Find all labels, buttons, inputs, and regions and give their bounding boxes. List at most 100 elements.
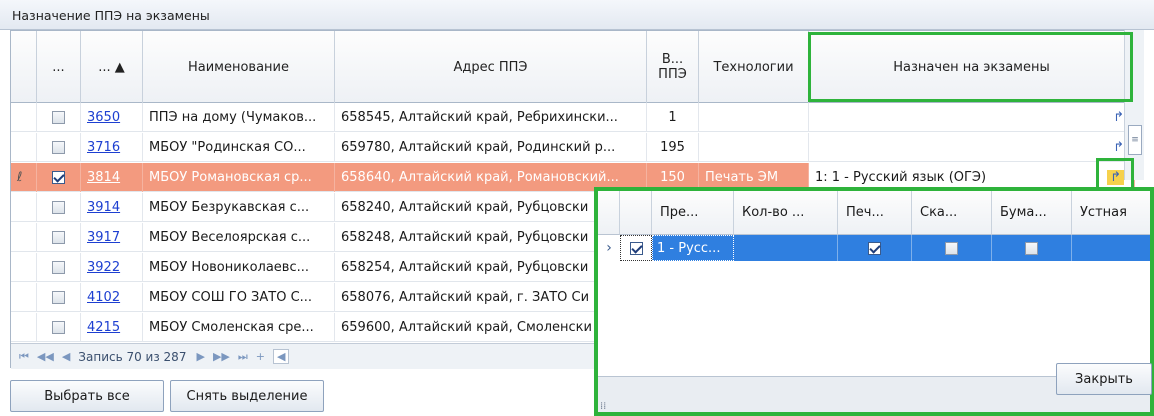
row-code[interactable]: 3922 [81,253,143,282]
next-page-icon[interactable]: ▶ [196,350,204,363]
resize-grip-icon[interactable]: ⁞⁞ [600,401,606,412]
row-code[interactable]: 3917 [81,223,143,252]
row-code[interactable]: 4215 [81,313,143,342]
last-page-icon[interactable]: ⏭ [238,350,248,364]
scroll-left-icon[interactable]: ◀ [272,349,290,364]
row-address-text: 658640, Алтайский край, Романовский... [341,170,619,185]
first-page-icon[interactable]: ⏮ [19,350,29,364]
header-name[interactable]: Наименование [143,31,335,103]
row-name-text: ППЭ на дому (Чумаков... [149,110,317,125]
header-code[interactable]: ... ▲ [81,31,143,103]
row-name-text: МБОУ Романовская ср... [149,170,312,185]
prev-page-icon[interactable]: ◀ [62,350,70,363]
row-code-text[interactable]: 4215 [87,320,120,335]
row-exams: ↱ [809,133,1135,162]
row-name: ППЭ на дому (Чумаков... [143,103,335,132]
row-name-text: МБОУ Веселоярская с... [149,230,311,245]
exam-assign-popup[interactable]: Пре... Кол-во ... Печ... Ска... Бума... … [594,187,1154,416]
row-name-text: МБОУ СОШ ГО ЗАТО С... [149,290,313,305]
row-name-text: МБОУ "Родинская СО... [149,140,306,155]
paper-checkbox[interactable] [1025,241,1038,255]
row-code-text[interactable]: 3922 [87,260,120,275]
popup-header-count[interactable]: Кол-во ... [734,191,838,235]
clear-selection-button[interactable]: Снять выделение [170,380,324,412]
panel-title: Назначение ППЭ на экзамены [0,0,1154,30]
assign-exam-icon[interactable]: ↱ [1113,110,1124,125]
row-code[interactable]: 3914 [81,193,143,222]
scroll-thumb-icon[interactable]: ≡ [1128,125,1142,155]
pager-label: Запись 70 из 287 [78,349,187,364]
print-checkbox[interactable] [868,241,881,255]
popup-check-header [620,191,652,235]
popup-header-print[interactable]: Печ... [838,191,912,235]
row-checkbox-cell[interactable] [37,163,81,192]
row-code[interactable]: 3650 [81,103,143,132]
row-checkbox-cell[interactable] [37,193,81,222]
row-indicator [11,283,37,312]
row-address: 659780, Алтайский край, Родинский р... [335,133,647,162]
row-capacity-text: 1 [668,110,677,125]
row-code-text[interactable]: 3814 [87,170,120,185]
row-code-text[interactable]: 3716 [87,140,120,155]
row-checkbox-cell[interactable] [37,313,81,342]
row-checkbox-cell[interactable] [37,253,81,282]
row-checkbox-cell[interactable] [37,223,81,252]
table-row[interactable]: 3650 ППЭ на дому (Чумаков... 658545, Алтай… [11,103,1135,132]
row-checkbox[interactable] [52,291,65,304]
popup-cell-print[interactable] [838,235,912,261]
header-tech[interactable]: Технологии [699,31,809,103]
popup-cell-scan[interactable] [912,235,992,261]
row-code-text[interactable]: 3650 [87,110,120,125]
popup-row-check-cell[interactable] [620,235,652,261]
popup-header-subject[interactable]: Пре... [652,191,734,235]
row-address-text: 658240, Алтайский край, Рубцовски [341,200,589,215]
row-code[interactable]: 3716 [81,133,143,162]
row-capacity-text: 195 [660,140,685,155]
next-page-group-icon[interactable]: ▶▶ [213,350,230,363]
row-checkbox[interactable] [52,141,65,154]
row-checkbox[interactable] [52,231,65,244]
popup-header-paper[interactable]: Бума... [992,191,1072,235]
row-code-text[interactable]: 4102 [87,290,120,305]
row-code-text[interactable]: 3917 [87,230,120,245]
row-capacity: 195 [647,133,699,162]
prev-page-group-icon[interactable]: ◀◀ [37,350,54,363]
scan-checkbox[interactable] [945,241,958,255]
row-indicator [11,313,37,342]
row-checkbox[interactable] [52,261,65,274]
popup-cell-paper[interactable] [992,235,1072,261]
header-capacity[interactable]: В... ППЭ [647,31,699,103]
popup-cell-subject[interactable]: 1 - Русс... [652,235,734,261]
header-address[interactable]: Адрес ППЭ [335,31,647,103]
row-checkbox[interactable] [52,201,65,214]
row-checkbox-cell[interactable] [37,133,81,162]
popup-row-checkbox[interactable] [629,241,643,255]
row-capacity: 1 [647,103,699,132]
close-button[interactable]: Закрыть [1056,363,1152,395]
row-checkbox-cell[interactable] [37,103,81,132]
row-name: МБОУ Веселоярская с... [143,223,335,252]
row-checkbox[interactable] [52,321,65,334]
header-select[interactable]: ... [37,31,81,103]
popup-header-oral[interactable]: Устная [1072,191,1150,235]
row-checkbox[interactable] [52,111,65,124]
row-code-text[interactable]: 3914 [87,200,120,215]
popup-cell-oral[interactable] [1072,235,1150,261]
row-address-text: 658076, Алтайский край, г. ЗАТО Си [341,290,590,305]
assign-exam-icon[interactable]: ↱ [1113,140,1124,155]
row-code[interactable]: 3814 [81,163,143,192]
popup-cell-count[interactable] [734,235,838,261]
row-pointer-icon: › [598,235,620,261]
row-code[interactable]: 4102 [81,283,143,312]
highlight-exams-header [808,32,1133,102]
select-all-button[interactable]: Выбрать все [10,380,164,412]
table-row[interactable]: 3716 МБОУ "Родинская СО... 659780, Алтайск… [11,133,1135,162]
popup-header-scan[interactable]: Ска... [912,191,992,235]
edit-pencil-icon: ℓ [17,170,23,185]
row-indicator [11,103,37,132]
row-checkbox-cell[interactable] [37,283,81,312]
row-indicator [11,223,37,252]
row-indicator-header [11,31,37,103]
add-icon[interactable]: + [256,350,265,363]
row-checkbox[interactable] [52,171,65,184]
